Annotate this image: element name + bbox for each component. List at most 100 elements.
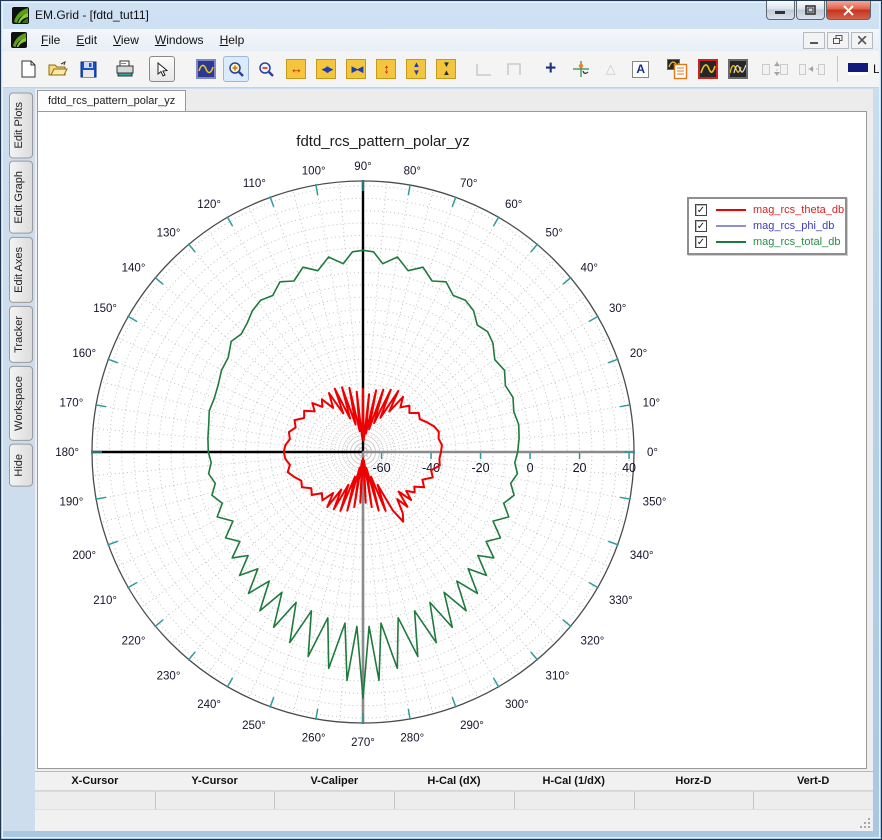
menu-edit[interactable]: Edit	[68, 31, 105, 49]
mdi-minimize-icon	[810, 42, 818, 44]
expand-vertical-button[interactable]: ▲▼	[403, 56, 429, 82]
readout-value-2	[274, 791, 394, 809]
mdi-close-icon	[858, 36, 866, 44]
crosshair-button[interactable]: +	[538, 56, 564, 82]
svg-text:0°: 0°	[647, 447, 658, 459]
side-tab-edit-axes[interactable]: Edit Axes	[9, 237, 33, 303]
expand-horizontal-button[interactable]: ◀▶	[313, 56, 339, 82]
polar-chart-panel[interactable]: 0°10°20°30°40°50°60°70°80°90°100°110°120…	[37, 111, 867, 769]
readout-header-0: X-Cursor	[35, 772, 155, 790]
readout-header-4: H-Cal (1/dX)	[514, 772, 634, 790]
svg-text:140°: 140°	[122, 262, 146, 274]
side-tab-tracker[interactable]: Tracker	[9, 306, 33, 363]
multi-plot-button[interactable]	[725, 56, 751, 82]
single-plot-button[interactable]	[695, 56, 721, 82]
zoom-out-icon	[258, 61, 275, 78]
window-title: EM.Grid - [fdtd_tut11]	[35, 8, 149, 22]
marquee-corner-icon	[476, 63, 492, 76]
menu-view[interactable]: View	[105, 31, 147, 49]
shrink-horizontal-button[interactable]: ▶◀	[343, 56, 369, 82]
cursor-readout: X-CursorY-CursorV-CaliperH-Cal (dX)H-Cal…	[35, 771, 873, 809]
marquee-2-button[interactable]	[501, 56, 527, 82]
layout-button[interactable]: Layout	[837, 56, 879, 82]
readout-header-3: H-Cal (dX)	[394, 772, 514, 790]
svg-text:-20: -20	[472, 461, 490, 475]
zoom-out-button[interactable]	[253, 56, 279, 82]
mdi-close-button[interactable]	[851, 32, 873, 49]
mdi-restore-button[interactable]	[827, 32, 849, 49]
svg-text:270°: 270°	[351, 737, 375, 749]
svg-text:80°: 80°	[404, 165, 421, 177]
split-vertical-button[interactable]	[762, 56, 788, 82]
open-folder-icon	[48, 61, 68, 77]
svg-text:20°: 20°	[630, 348, 647, 360]
svg-text:310°: 310°	[546, 671, 570, 683]
resize-grip-icon[interactable]	[859, 817, 871, 829]
svg-text:40°: 40°	[581, 262, 598, 274]
status-bar	[35, 809, 873, 831]
legend-line-sample	[716, 225, 746, 227]
title-bar[interactable]: EM.Grid - [fdtd_tut11]	[1, 1, 881, 29]
save-file-button[interactable]	[75, 56, 101, 82]
doc-tab-fdtd_rcs_pattern_polar_yz[interactable]: fdtd_rcs_pattern_polar_yz	[37, 90, 186, 111]
split-vertical-icon	[770, 60, 780, 78]
legend-checkbox-mag_rcs_total_db[interactable]: ✓	[695, 236, 707, 248]
legend-row-mag_rcs_theta_db: ✓mag_rcs_theta_db	[695, 202, 839, 218]
open-file-button[interactable]	[45, 56, 71, 82]
crosshair-icon: +	[545, 58, 556, 80]
menu-help[interactable]: Help	[212, 31, 253, 49]
fit-horizontal-icon: ↔	[286, 59, 306, 79]
minimize-icon	[775, 11, 785, 14]
legend-checkbox-mag_rcs_phi_db[interactable]: ✓	[695, 220, 707, 232]
add-text-button[interactable]: A	[628, 56, 654, 82]
plot-mode-button[interactable]	[193, 56, 219, 82]
menu-bar: FileEditViewWindowsHelp	[3, 29, 879, 51]
readout-header-1: Y-Cursor	[155, 772, 275, 790]
side-tab-edit-graph[interactable]: Edit Graph	[9, 161, 33, 234]
side-tab-hide[interactable]: Hide	[9, 444, 33, 487]
menu-windows[interactable]: Windows	[147, 31, 212, 49]
side-tab-strip: Edit Plots Edit Graph Edit Axes Tracker Work…	[3, 89, 35, 831]
svg-text:10°: 10°	[643, 398, 660, 410]
maximize-button[interactable]	[796, 1, 825, 20]
multi-plot-icon	[728, 59, 748, 79]
new-file-button[interactable]	[15, 56, 41, 82]
pointer-select-button[interactable]	[149, 56, 175, 82]
readout-value-4	[514, 791, 634, 809]
new-file-icon	[21, 60, 36, 78]
svg-text:60°: 60°	[505, 199, 522, 211]
svg-text:230°: 230°	[157, 671, 181, 683]
svg-text:300°: 300°	[505, 699, 529, 711]
menu-file[interactable]: File	[33, 31, 68, 49]
svg-text:260°: 260°	[302, 733, 326, 745]
text-icon: A	[632, 61, 649, 78]
minimize-button[interactable]	[766, 1, 795, 20]
legend-line-sample	[716, 209, 746, 211]
print-icon	[115, 60, 135, 78]
readout-header-5: Horz-D	[634, 772, 754, 790]
svg-text:190°: 190°	[60, 496, 84, 508]
marquee-1-button[interactable]	[471, 56, 497, 82]
svg-text:-60: -60	[373, 461, 391, 475]
side-tab-workspace[interactable]: Workspace	[9, 366, 33, 441]
side-tab-edit-plots[interactable]: Edit Plots	[9, 92, 33, 158]
svg-text:0: 0	[527, 461, 534, 475]
mdi-minimize-button[interactable]	[803, 32, 825, 49]
marker-triangle-button[interactable]: △	[598, 56, 624, 82]
svg-text:70°: 70°	[460, 178, 477, 190]
split-horizontal-button[interactable]	[799, 56, 825, 82]
zoom-in-button[interactable]	[223, 56, 249, 82]
tracker-button[interactable]	[568, 56, 594, 82]
report-view-button[interactable]	[665, 56, 691, 82]
svg-text:180°: 180°	[55, 447, 79, 459]
legend-checkbox-mag_rcs_theta_db[interactable]: ✓	[695, 204, 707, 216]
expand-horizontal-icon: ◀▶	[316, 59, 336, 79]
close-button[interactable]	[826, 1, 871, 20]
shrink-vertical-button[interactable]: ▼▲	[433, 56, 459, 82]
fit-horizontal-button[interactable]: ↔	[283, 56, 309, 82]
close-icon	[843, 5, 854, 16]
print-button[interactable]	[112, 56, 138, 82]
menu-items: FileEditViewWindowsHelp	[33, 31, 252, 49]
fit-vertical-button[interactable]: ↕	[373, 56, 399, 82]
svg-text:340°: 340°	[630, 550, 654, 562]
